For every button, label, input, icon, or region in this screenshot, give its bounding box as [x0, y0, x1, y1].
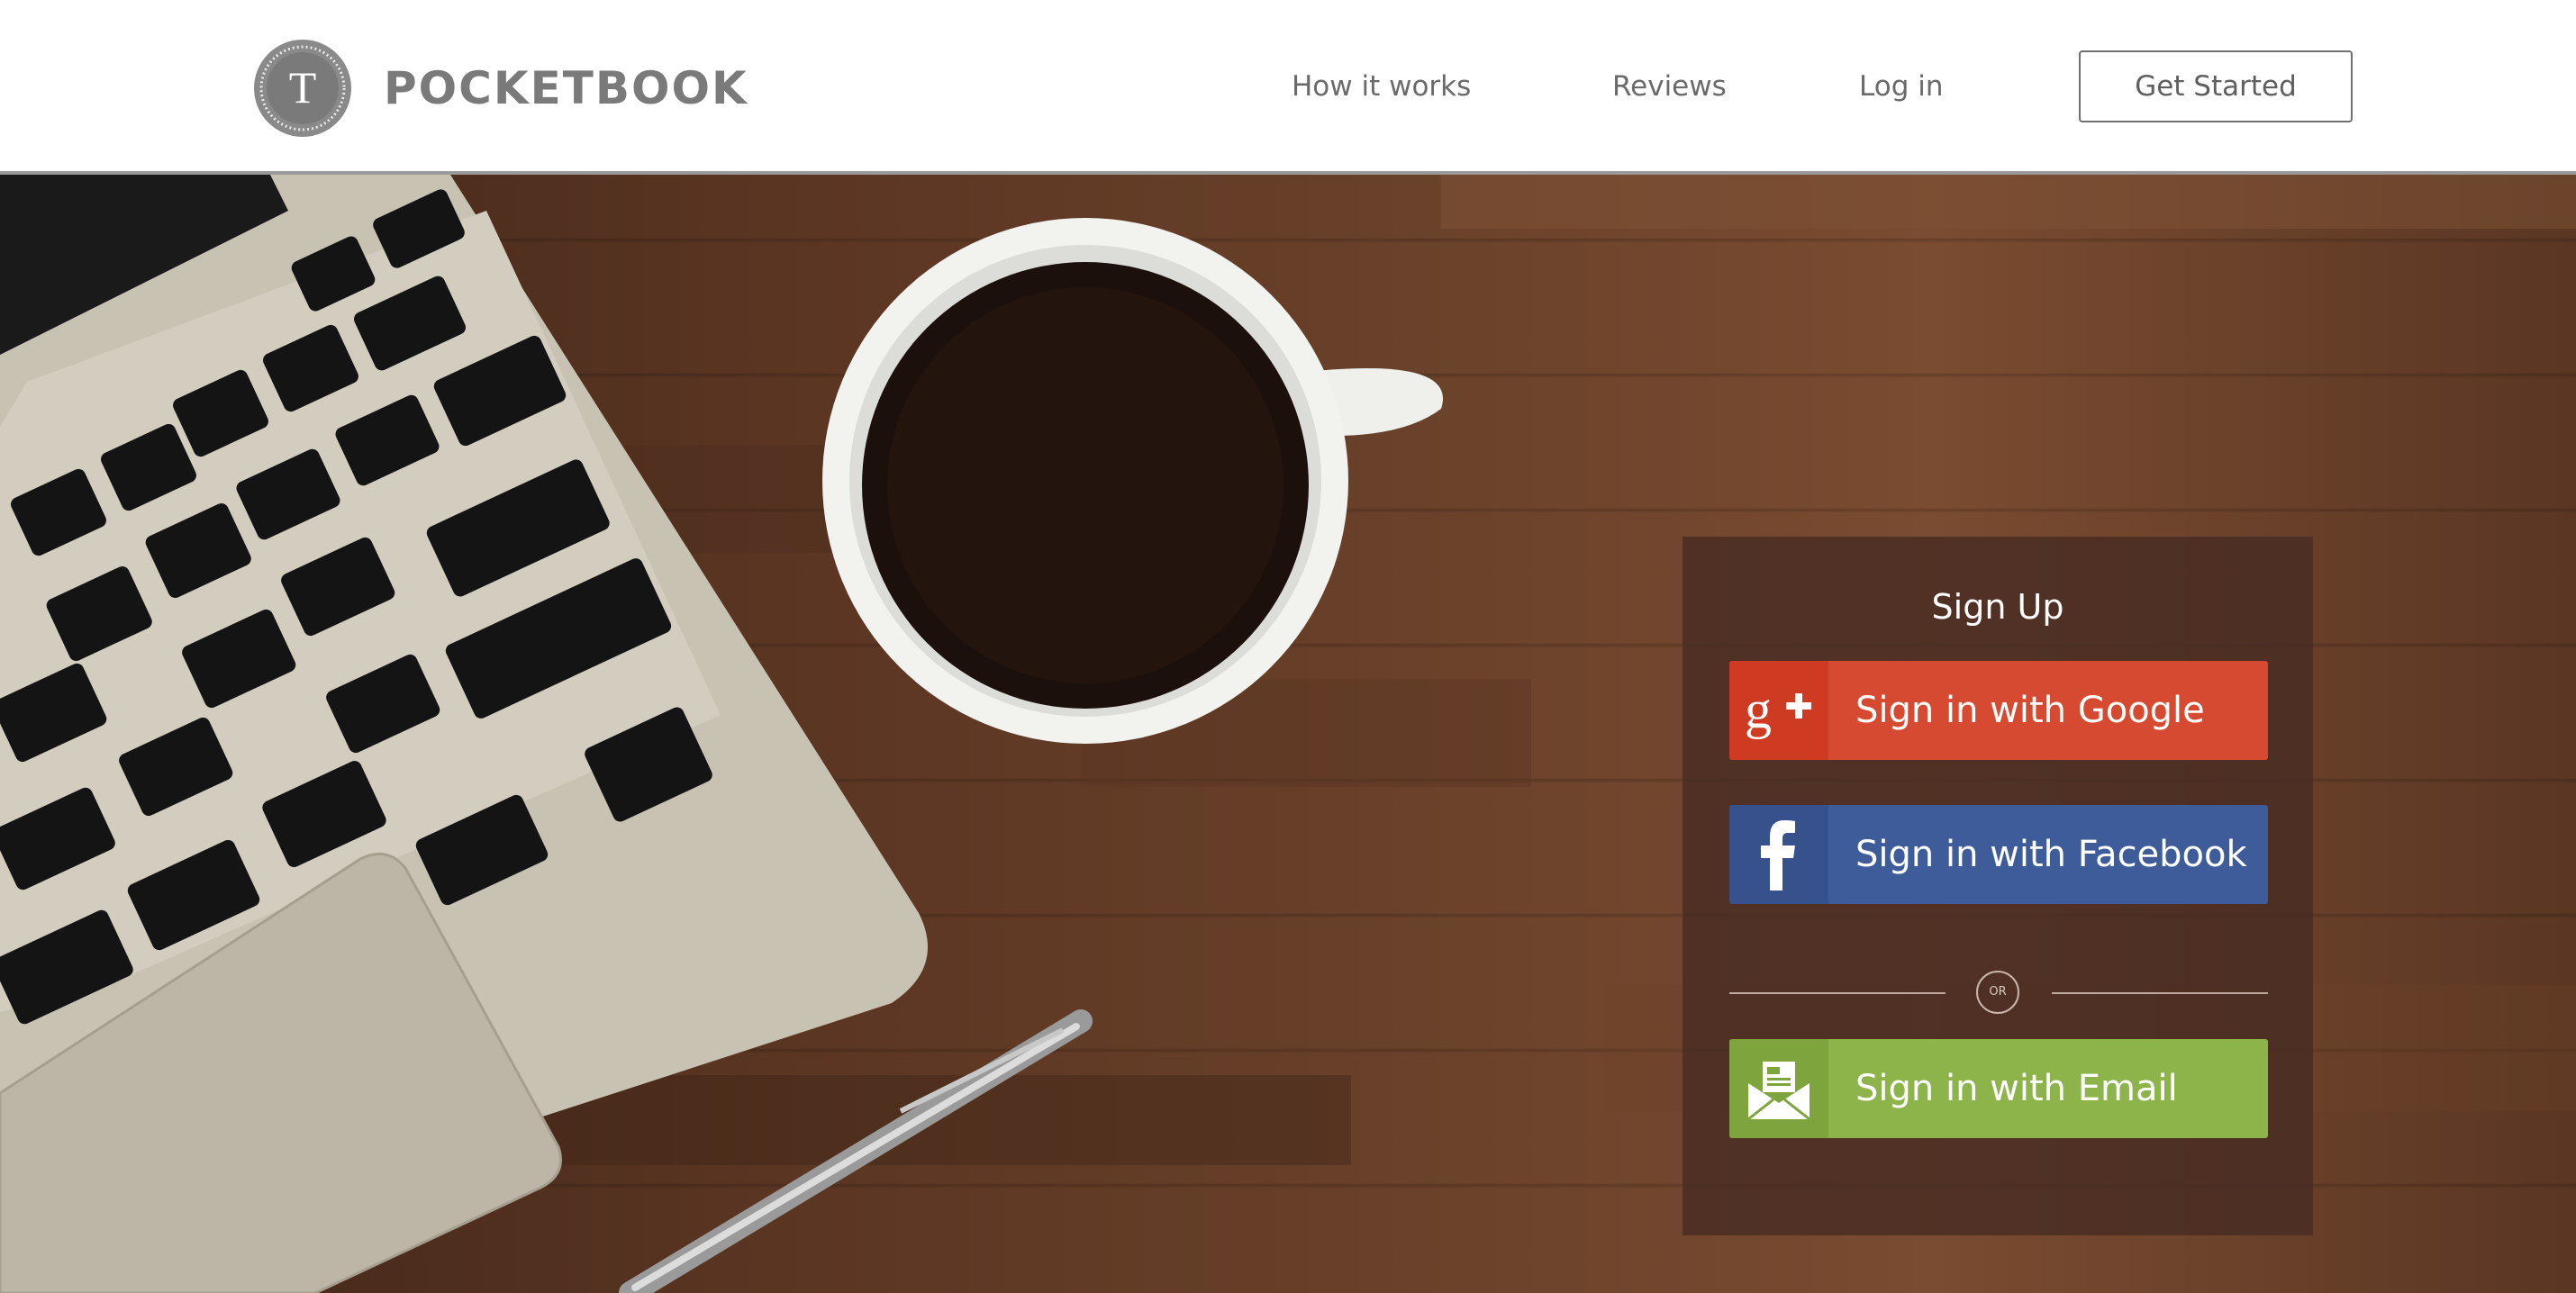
svg-text:g: g	[1745, 680, 1772, 739]
envelope-icon	[1729, 1039, 1828, 1138]
divider-line-left	[1729, 992, 1946, 994]
nav-how-it-works[interactable]: How it works	[1292, 50, 1471, 122]
coffee-cup	[822, 218, 1443, 744]
facebook-icon	[1729, 805, 1828, 904]
signup-panel: Sign Up g Sign in with Google Sign in wi…	[1683, 537, 2313, 1235]
nav-log-in[interactable]: Log in	[1859, 50, 1943, 122]
or-badge: OR	[1976, 971, 2019, 1014]
sign-in-google-button[interactable]: g Sign in with Google	[1729, 661, 2268, 760]
divider-line-right	[2052, 992, 2268, 994]
google-label: Sign in with Google	[1855, 690, 2205, 731]
nav-reviews[interactable]: Reviews	[1612, 50, 1727, 122]
or-divider: OR	[1729, 971, 2268, 1014]
email-label: Sign in with Email	[1855, 1068, 2178, 1109]
signup-title: Sign Up	[1931, 587, 2064, 627]
sign-in-email-button[interactable]: Sign in with Email	[1729, 1039, 2268, 1138]
top-navbar: T POCKETBOOK How it works Reviews Log in…	[0, 0, 2576, 175]
hero-background: Sign Up g Sign in with Google Sign in wi…	[0, 175, 2576, 1293]
google-plus-icon: g	[1729, 661, 1828, 760]
sign-in-facebook-button[interactable]: Sign in with Facebook	[1729, 805, 2268, 904]
facebook-label: Sign in with Facebook	[1855, 834, 2247, 875]
get-started-button[interactable]: Get Started	[2079, 50, 2353, 122]
